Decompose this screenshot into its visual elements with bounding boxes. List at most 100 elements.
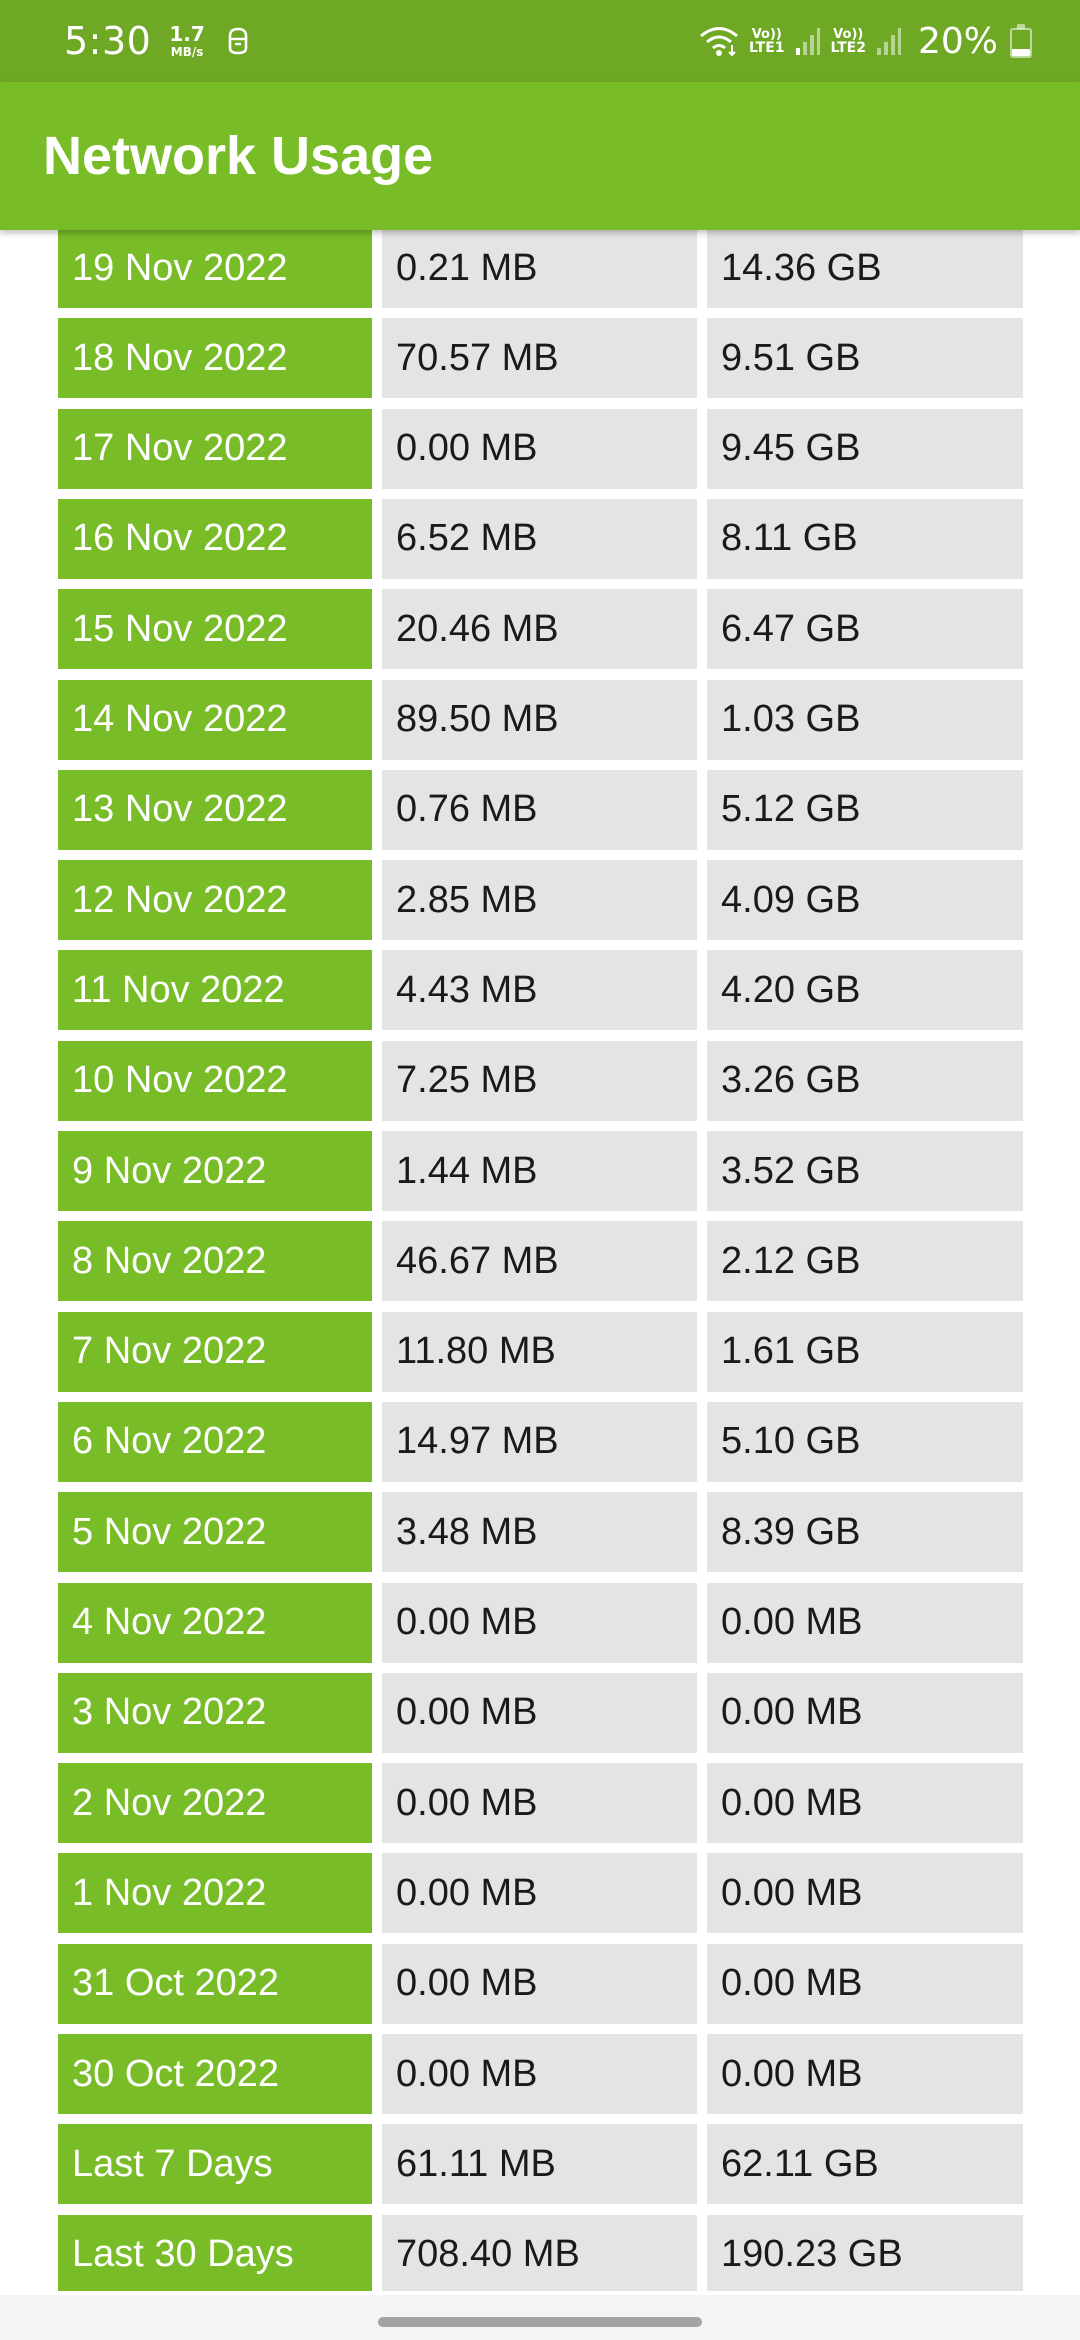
usage-cell-1: 46.67 MB — [382, 1221, 697, 1302]
date-cell: 13 Nov 2022 — [58, 769, 372, 850]
table-row: 14 Nov 2022 89.50 MB 1.03 GB — [58, 679, 1023, 760]
date-cell: 16 Nov 2022 — [58, 498, 372, 579]
sim1-network: LTE1 — [749, 39, 785, 56]
date-cell: 10 Nov 2022 — [58, 1040, 372, 1121]
table-row: 16 Nov 2022 6.52 MB 8.11 GB — [58, 498, 1023, 579]
usage-cell-2: 6.47 GB — [707, 589, 1023, 670]
usage-cell-2: 1.61 GB — [707, 1311, 1023, 1392]
date-cell: 15 Nov 2022 — [58, 589, 372, 670]
page-title: Network Usage — [43, 126, 434, 186]
navigation-bar — [0, 2295, 1080, 2340]
table-row: Last 7 Days 61.11 MB 62.11 GB — [58, 2124, 1023, 2205]
status-time: 5:30 — [64, 19, 152, 63]
usage-cell-1: 0.21 MB — [382, 228, 697, 308]
usage-cell-1: 0.76 MB — [382, 769, 697, 850]
usage-cell-2: 5.12 GB — [707, 769, 1023, 850]
date-cell: 14 Nov 2022 — [58, 679, 372, 760]
usage-cell-1: 708.40 MB — [382, 2214, 697, 2291]
date-cell: 11 Nov 2022 — [58, 950, 372, 1031]
sim2-network: LTE2 — [830, 39, 866, 56]
usage-cell-1: 0.00 MB — [382, 1943, 697, 2024]
date-cell: 3 Nov 2022 — [58, 1672, 372, 1753]
usage-cell-2: 4.20 GB — [707, 950, 1023, 1031]
network-speed: 1.7 MB/s — [169, 24, 204, 58]
date-cell: 6 Nov 2022 — [58, 1401, 372, 1482]
status-icons: Vo)) LTE1 Vo)) LTE2 20% — [699, 21, 1032, 62]
usage-cell-1: 0.00 MB — [382, 1763, 697, 1844]
table-row: 5 Nov 2022 3.48 MB 8.39 GB — [58, 1492, 1023, 1573]
table-row: 19 Nov 2022 0.21 MB 14.36 GB — [58, 228, 1023, 308]
table-row: 31 Oct 2022 0.00 MB 0.00 MB — [58, 1943, 1023, 2024]
table-row: 30 Oct 2022 0.00 MB 0.00 MB — [58, 2034, 1023, 2114]
date-cell: 2 Nov 2022 — [58, 1763, 372, 1844]
date-cell: 30 Oct 2022 — [58, 2034, 372, 2114]
usage-cell-1: 0.00 MB — [382, 1672, 697, 1753]
date-cell: Last 7 Days — [58, 2124, 372, 2205]
sim1-label: Vo)) LTE1 — [749, 28, 784, 55]
usage-cell-2: 62.11 GB — [707, 2124, 1023, 2205]
usage-cell-2: 3.26 GB — [707, 1040, 1023, 1121]
table-row: 10 Nov 2022 7.25 MB 3.26 GB — [58, 1040, 1023, 1121]
date-cell: 4 Nov 2022 — [58, 1582, 372, 1663]
table-row: 6 Nov 2022 14.97 MB 5.10 GB — [58, 1401, 1023, 1482]
usage-cell-2: 0.00 MB — [707, 1943, 1023, 2024]
usage-cell-1: 0.00 MB — [382, 1582, 697, 1663]
usage-table[interactable]: 19 Nov 2022 0.21 MB 14.36 GB 18 Nov 2022 70.… — [0, 226, 1080, 2291]
date-cell: 12 Nov 2022 — [58, 860, 372, 941]
usage-cell-1: 14.97 MB — [382, 1401, 697, 1482]
usage-cell-1: 0.00 MB — [382, 2034, 697, 2114]
usage-cell-2: 1.03 GB — [707, 679, 1023, 760]
wifi-icon — [700, 27, 739, 57]
usage-cell-2: 0.00 MB — [707, 1763, 1023, 1844]
usage-cell-2: 4.09 GB — [707, 860, 1023, 941]
gesture-handle[interactable] — [378, 2317, 702, 2327]
table-row: 17 Nov 2022 0.00 MB 9.45 GB — [58, 408, 1023, 489]
table-row: 11 Nov 2022 4.43 MB 4.20 GB — [58, 950, 1023, 1031]
usage-cell-1: 11.80 MB — [382, 1311, 697, 1392]
table-row: 3 Nov 2022 0.00 MB 0.00 MB — [58, 1672, 1023, 1753]
table-row: 8 Nov 2022 46.67 MB 2.12 GB — [58, 1221, 1023, 1302]
table-row: 18 Nov 2022 70.57 MB 9.51 GB — [58, 318, 1023, 399]
usage-cell-1: 0.00 MB — [382, 1853, 697, 1934]
usage-cell-1: 4.43 MB — [382, 950, 697, 1031]
battery-icon — [1010, 24, 1032, 58]
sim2-volte: Vo)) — [833, 26, 864, 42]
date-cell: 1 Nov 2022 — [58, 1853, 372, 1934]
usage-cell-2: 8.39 GB — [707, 1492, 1023, 1573]
table-row: 7 Nov 2022 11.80 MB 1.61 GB — [58, 1311, 1023, 1392]
date-cell: 8 Nov 2022 — [58, 1221, 372, 1302]
table-row: 1 Nov 2022 0.00 MB 0.00 MB — [58, 1853, 1023, 1934]
network-speed-value: 1.7 — [169, 22, 205, 46]
network-speed-unit: MB/s — [170, 45, 204, 59]
date-cell: 31 Oct 2022 — [58, 1943, 372, 2024]
table-row: 15 Nov 2022 20.46 MB 6.47 GB — [58, 589, 1023, 670]
usage-cell-2: 0.00 MB — [707, 1853, 1023, 1934]
date-cell: 17 Nov 2022 — [58, 408, 372, 489]
date-cell: 5 Nov 2022 — [58, 1492, 372, 1573]
date-cell: 19 Nov 2022 — [58, 228, 372, 308]
date-cell: 18 Nov 2022 — [58, 318, 372, 399]
usage-cell-1: 2.85 MB — [382, 860, 697, 941]
usage-cell-2: 0.00 MB — [707, 2034, 1023, 2114]
status-bar: 5:30 1.7 MB/s Vo)) LTE1 Vo)) LTE2 20% — [0, 0, 1080, 82]
table-row: 4 Nov 2022 0.00 MB 0.00 MB — [58, 1582, 1023, 1663]
usage-cell-1: 1.44 MB — [382, 1131, 697, 1211]
date-cell: 9 Nov 2022 — [58, 1131, 372, 1211]
signal-icon — [795, 28, 820, 55]
usage-cell-2: 190.23 GB — [707, 2214, 1023, 2291]
usage-cell-1: 0.00 MB — [382, 408, 697, 489]
usage-cell-2: 0.00 MB — [707, 1582, 1023, 1663]
app-bar: Network Usage — [0, 82, 1080, 230]
usage-cell-2: 2.12 GB — [707, 1221, 1023, 1302]
usage-cell-2: 3.52 GB — [707, 1131, 1023, 1211]
notification-icon — [228, 27, 248, 55]
usage-cell-2: 14.36 GB — [707, 228, 1023, 308]
signal-icon-2 — [876, 28, 901, 55]
usage-cell-1: 20.46 MB — [382, 589, 697, 670]
usage-cell-2: 9.45 GB — [707, 408, 1023, 489]
table-row: Last 30 Days 708.40 MB 190.23 GB — [58, 2214, 1023, 2291]
usage-cell-2: 9.51 GB — [707, 318, 1023, 399]
usage-cell-1: 3.48 MB — [382, 1492, 697, 1573]
table-row: 9 Nov 2022 1.44 MB 3.52 GB — [58, 1131, 1023, 1211]
date-cell: 7 Nov 2022 — [58, 1311, 372, 1392]
